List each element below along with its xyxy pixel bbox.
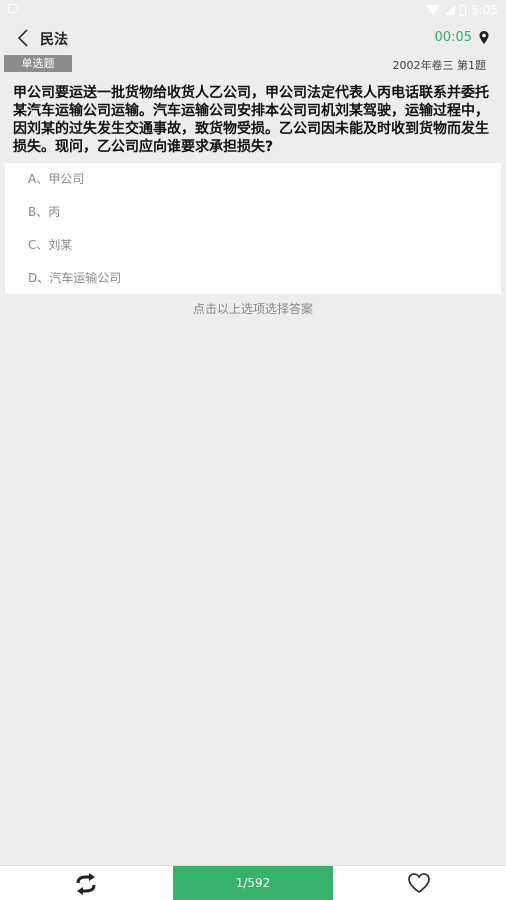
location-pin-icon [479,31,489,44]
option-b[interactable]: B、丙 [5,196,501,229]
swap-button[interactable] [74,872,98,896]
battery-icon [460,4,467,16]
heart-icon [408,873,430,893]
option-a[interactable]: A、甲公司 [5,163,501,196]
notification-icon [8,4,18,13]
back-icon [17,29,28,47]
signal-icon [445,5,456,15]
title-bar: 民法 00:05 [0,22,506,54]
back-button[interactable] [14,28,34,48]
status-icons: 5:05 [426,3,498,17]
location-pin-button[interactable] [478,30,490,46]
question-type-badge: 单选题 [4,55,72,72]
timer: 00:05 [434,30,472,45]
favorite-button[interactable] [406,871,432,895]
bottom-bar: 1/592 [0,865,506,900]
question-meta: 单选题 2002年卷三 第1题 [0,55,506,73]
page-title: 民法 [40,32,68,48]
progress-indicator[interactable]: 1/592 [173,866,333,900]
option-c[interactable]: C、刘某 [5,229,501,262]
wifi-icon [426,5,441,15]
status-bar: 5:05 [0,0,506,22]
swap-icon [76,873,96,895]
status-time: 5:05 [471,3,498,17]
question-source: 2002年卷三 第1题 [392,59,487,72]
answer-hint: 点击以上选项选择答案 [192,302,313,316]
question-text: 甲公司要运送一批货物给收货人乙公司，甲公司法定代表人丙电话联系并委托某汽车运输公… [13,85,489,155]
options-list: A、甲公司 B、丙 C、刘某 D、汽车运输公司 [5,163,501,294]
option-d[interactable]: D、汽车运输公司 [5,262,501,295]
